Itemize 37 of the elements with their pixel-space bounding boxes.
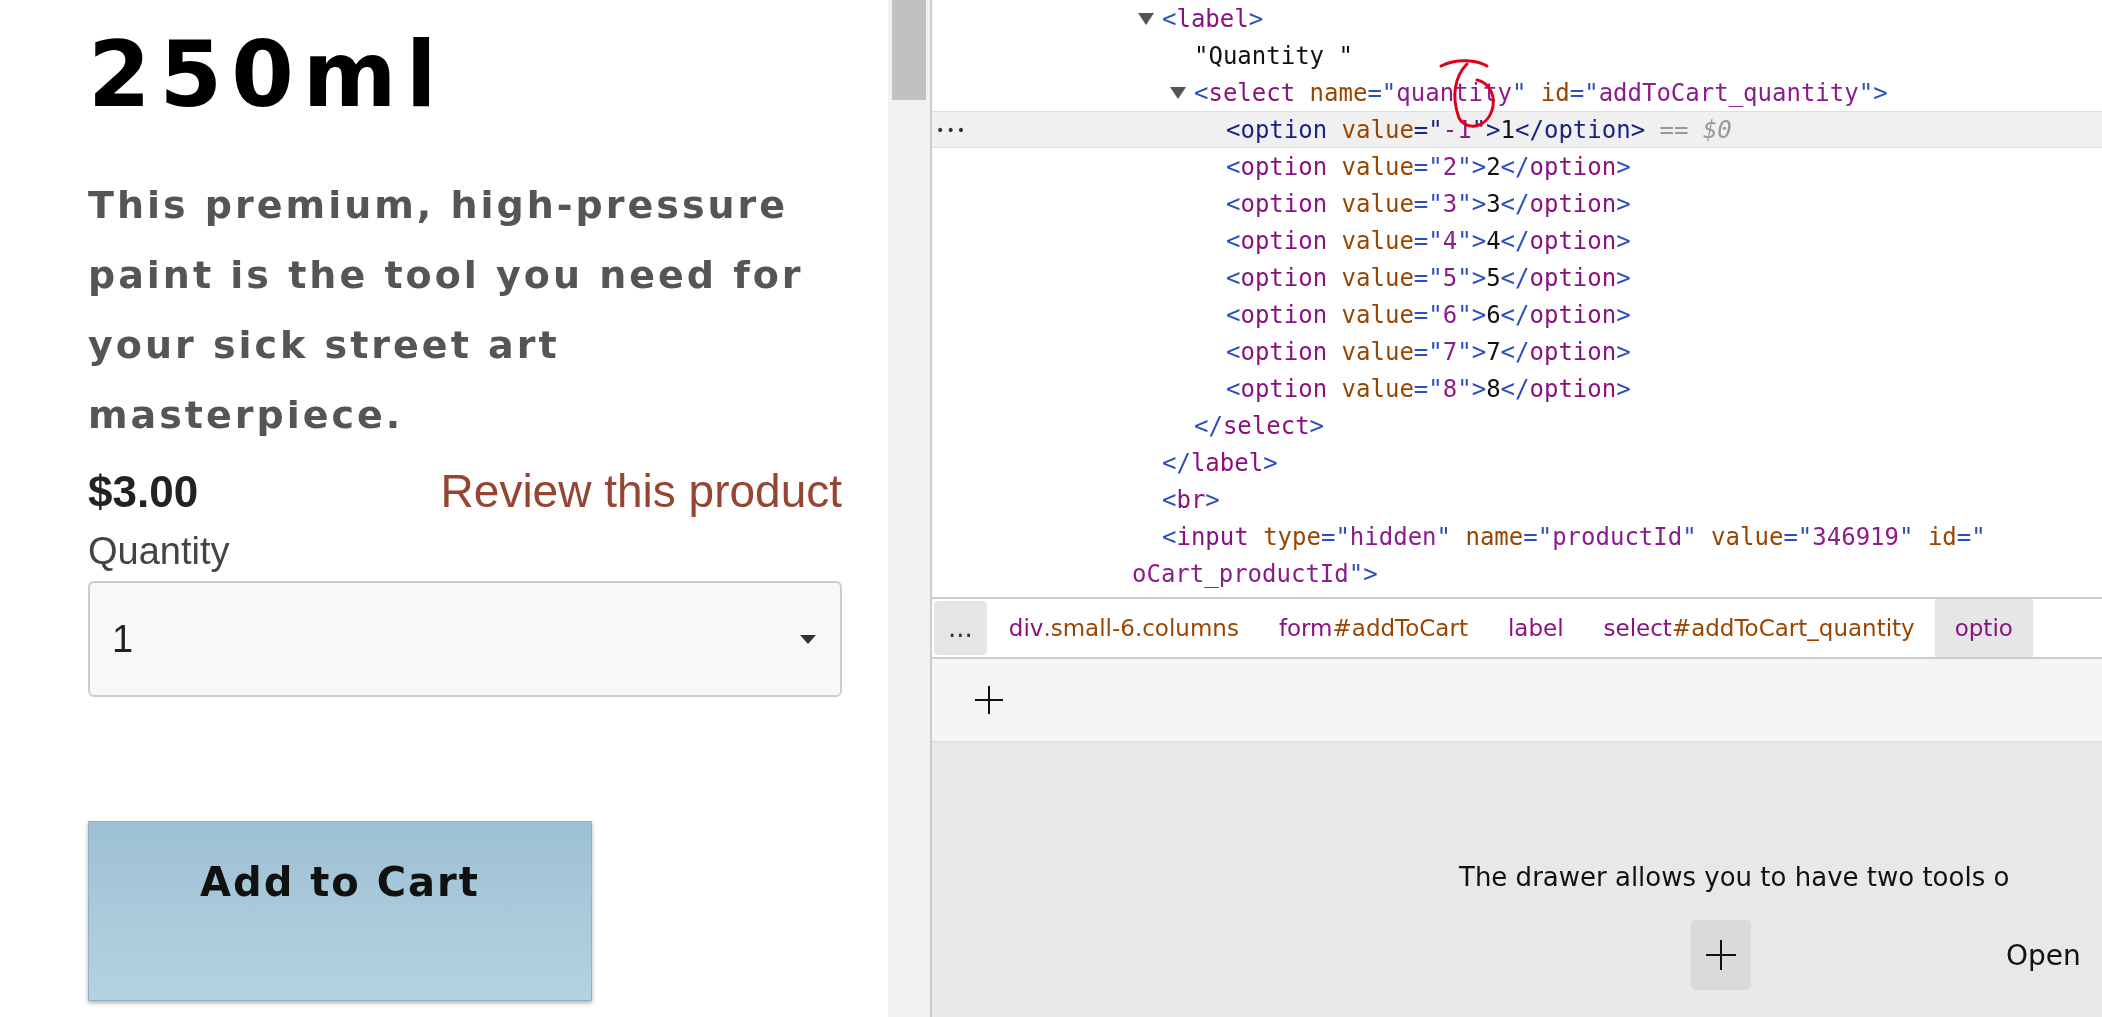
breadcrumb[interactable]: form#addToCart bbox=[1258, 599, 1488, 657]
expand-triangle-icon[interactable] bbox=[1138, 13, 1154, 25]
plus-icon[interactable] bbox=[974, 685, 1004, 715]
breadcrumb[interactable]: label bbox=[1487, 599, 1584, 657]
dom-tree-row[interactable]: <br> bbox=[932, 481, 2102, 518]
breadcrumb[interactable]: optio bbox=[1934, 599, 2033, 657]
dom-tree-row[interactable]: <input type="hidden" name="productId" value="346919" id=" bbox=[932, 518, 2102, 555]
breadcrumb-more-button[interactable]: ... bbox=[934, 601, 987, 655]
expand-triangle-icon[interactable] bbox=[1170, 87, 1186, 99]
plus-icon bbox=[1705, 939, 1737, 971]
scrollbar[interactable] bbox=[888, 0, 930, 1017]
dom-tree-row[interactable]: oCart_productId"> bbox=[932, 555, 2102, 592]
dom-tree-row[interactable]: <option value="4">4</option> bbox=[932, 222, 2102, 259]
dom-tree-row[interactable]: <option value="7">7</option> bbox=[932, 333, 2102, 370]
dom-tree-row[interactable]: "Quantity " bbox=[932, 37, 2102, 74]
dom-tree-row[interactable]: </label> bbox=[932, 444, 2102, 481]
breadcrumb[interactable]: div.small-6.columns bbox=[988, 599, 1259, 657]
dom-tree-row[interactable]: </select> bbox=[932, 407, 2102, 444]
dom-tree-row[interactable]: <option value="3">3</option> bbox=[932, 185, 2102, 222]
open-label: Open bbox=[2006, 938, 2081, 972]
dom-tree-row[interactable]: <option value="2">2</option> bbox=[932, 148, 2102, 185]
product-title: 250ml bbox=[88, 21, 447, 129]
add-to-cart-button[interactable]: Add to Cart bbox=[88, 821, 592, 1001]
caret-icon bbox=[800, 634, 816, 644]
row-menu-button[interactable]: ••• bbox=[936, 121, 968, 138]
dom-tree-row[interactable]: <label> bbox=[932, 0, 2102, 37]
dom-tree-row[interactable]: <option value="8">8</option> bbox=[932, 370, 2102, 407]
dom-tree-row[interactable]: <option value="6">6</option> bbox=[932, 296, 2102, 333]
drawer-message: The drawer allows you to have two tools o bbox=[1459, 862, 2010, 892]
breadcrumb[interactable]: select#addToCart_quantity bbox=[1583, 599, 1935, 657]
dom-tree-row[interactable]: <option value="5">5</option> bbox=[932, 259, 2102, 296]
quantity-label: Quantity bbox=[88, 530, 231, 573]
price: $3.00 bbox=[88, 467, 199, 517]
add-tool-button[interactable] bbox=[1691, 920, 1751, 990]
review-link[interactable]: Review this product bbox=[440, 464, 842, 518]
product-description: This premium, high-pressure paint is the tool you need for your sick street art masterpiece. bbox=[88, 182, 805, 439]
quantity-select[interactable]: 1 bbox=[88, 581, 842, 697]
